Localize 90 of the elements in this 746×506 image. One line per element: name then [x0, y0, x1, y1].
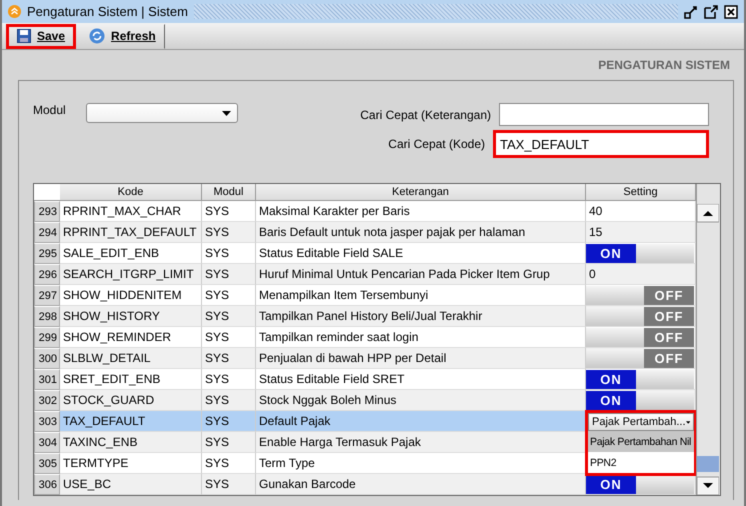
table-cell: SEARCH_ITGRP_LIMIT — [60, 264, 202, 285]
table-cell: TERMTYPE — [60, 453, 202, 474]
column-header[interactable]: Setting — [586, 184, 696, 201]
close-icon[interactable] — [724, 4, 738, 18]
table-cell: SHOW_HIDDENITEM — [60, 285, 202, 306]
table-cell: SYS — [202, 306, 256, 327]
caret-icon — [686, 420, 690, 424]
field-label: Cari Cepat (Kode) — [388, 137, 485, 151]
search-field[interactable]: TAX_DEFAULT — [493, 130, 709, 158]
row-number: 299 — [34, 327, 60, 348]
setting-value: 15 — [589, 225, 602, 239]
toggle-switch[interactable]: ON — [586, 390, 694, 410]
table-cell: SYS — [202, 453, 256, 474]
row-number: 294 — [34, 222, 60, 243]
table-cell: SYS — [202, 474, 256, 495]
toggle-switch[interactable]: OFF — [586, 348, 694, 368]
table-cell: Default Pajak — [256, 411, 586, 432]
modul-dropdown[interactable] — [86, 103, 238, 123]
column-header[interactable]: Keterangan — [256, 184, 586, 201]
toggle-switch[interactable]: OFF — [586, 306, 694, 326]
save-button[interactable]: Save — [6, 24, 76, 48]
table-cell: Tampilkan reminder saat login — [256, 327, 586, 348]
restore-icon[interactable] — [684, 4, 698, 18]
row-number: 302 — [34, 390, 60, 411]
row-number: 303 — [34, 411, 60, 432]
save-icon — [17, 29, 31, 43]
row-number: 298 — [34, 306, 60, 327]
table-cell: Status Editable Field SALE — [256, 243, 586, 264]
table-cell: Menampilkan Item Tersembunyi — [256, 285, 586, 306]
row-number: 295 — [34, 243, 60, 264]
table-cell: SYS — [202, 432, 256, 453]
table-cell: USE_BC — [60, 474, 202, 495]
table-cell: SLBLW_DETAIL — [60, 348, 202, 369]
toggle-switch[interactable]: OFF — [586, 286, 694, 304]
window-title: Pengaturan Sistem | Sistem — [27, 4, 188, 19]
table-cell: SHOW_HISTORY — [60, 306, 202, 327]
row-number: 296 — [34, 264, 60, 285]
table-cell: SRET_EDIT_ENB — [60, 369, 202, 390]
scrollbar[interactable] — [696, 184, 720, 495]
toggle-switch[interactable]: ON — [586, 244, 694, 262]
dropdown-option[interactable]: Pajak Pertambahan Nil — [588, 431, 694, 452]
column-header[interactable]: Kode — [60, 184, 202, 201]
table-cell: SYS — [202, 222, 256, 243]
row-number: 306 — [34, 474, 60, 495]
column-header[interactable]: Modul — [202, 184, 256, 201]
row-number: 301 — [34, 369, 60, 390]
table-cell: SYS — [202, 390, 256, 411]
table-cell: TAX_DEFAULT — [60, 411, 202, 432]
table-cell: SYS — [202, 285, 256, 306]
row-number: 297 — [34, 285, 60, 306]
row-number: 293 — [34, 201, 60, 222]
table-cell: SYS — [202, 369, 256, 390]
table-cell: SYS — [202, 243, 256, 264]
table-cell: RPRINT_TAX_DEFAULT — [60, 222, 202, 243]
row-number: 304 — [34, 432, 60, 453]
table-cell: Gunakan Barcode — [256, 474, 586, 495]
table-cell: SYS — [202, 348, 256, 369]
page-heading: PENGATURAN SISTEM — [598, 58, 730, 72]
app-logo-icon — [8, 5, 21, 18]
table-cell: Stock Nggak Boleh Minus — [256, 390, 586, 411]
refresh-button[interactable]: Refresh — [80, 24, 165, 48]
table-cell: TAXINC_ENB — [60, 432, 202, 453]
table-cell: Status Editable Field SRET — [256, 369, 586, 390]
table-cell: STOCK_GUARD — [60, 390, 202, 411]
setting-dropdown[interactable]: Pajak Pertambah... Pajak Pertambahan Nil PPN2 — [585, 410, 696, 476]
table-cell: Tampilkan Panel History Beli/Jual Terakhir — [256, 306, 586, 327]
table-cell: RPRINT_MAX_CHAR — [60, 201, 202, 222]
refresh-icon — [89, 28, 106, 44]
table-cell: SYS — [202, 327, 256, 348]
table-cell: Baris Default untuk nota jasper pajak per halaman — [256, 222, 586, 243]
row-number: 300 — [34, 348, 60, 369]
table-cell: SHOW_REMINDER — [60, 327, 202, 348]
setting-value: 0 — [589, 267, 596, 281]
toggle-switch[interactable]: OFF — [586, 328, 694, 346]
table-cell: SYS — [202, 201, 256, 222]
table-cell: SALE_EDIT_ENB — [60, 243, 202, 264]
table-cell: SYS — [202, 264, 256, 285]
field-label: Modul — [33, 103, 66, 117]
search-field[interactable] — [499, 103, 709, 126]
table-cell: Maksimal Karakter per Baris — [256, 201, 586, 222]
field-label: Cari Cepat (Keterangan) — [360, 108, 491, 122]
toggle-switch[interactable]: ON — [586, 370, 694, 388]
maximize-icon[interactable] — [704, 4, 718, 18]
table-cell: Huruf Minimal Untuk Pencarian Pada Picker Item Grup — [256, 264, 586, 285]
table-cell: Penjualan di bawah HPP per Detail — [256, 348, 586, 369]
table-cell: SYS — [202, 411, 256, 432]
row-number: 305 — [34, 453, 60, 474]
setting-value: 40 — [589, 204, 602, 218]
table-cell: Enable Harga Termasuk Pajak — [256, 432, 586, 453]
caret-icon — [222, 110, 231, 116]
